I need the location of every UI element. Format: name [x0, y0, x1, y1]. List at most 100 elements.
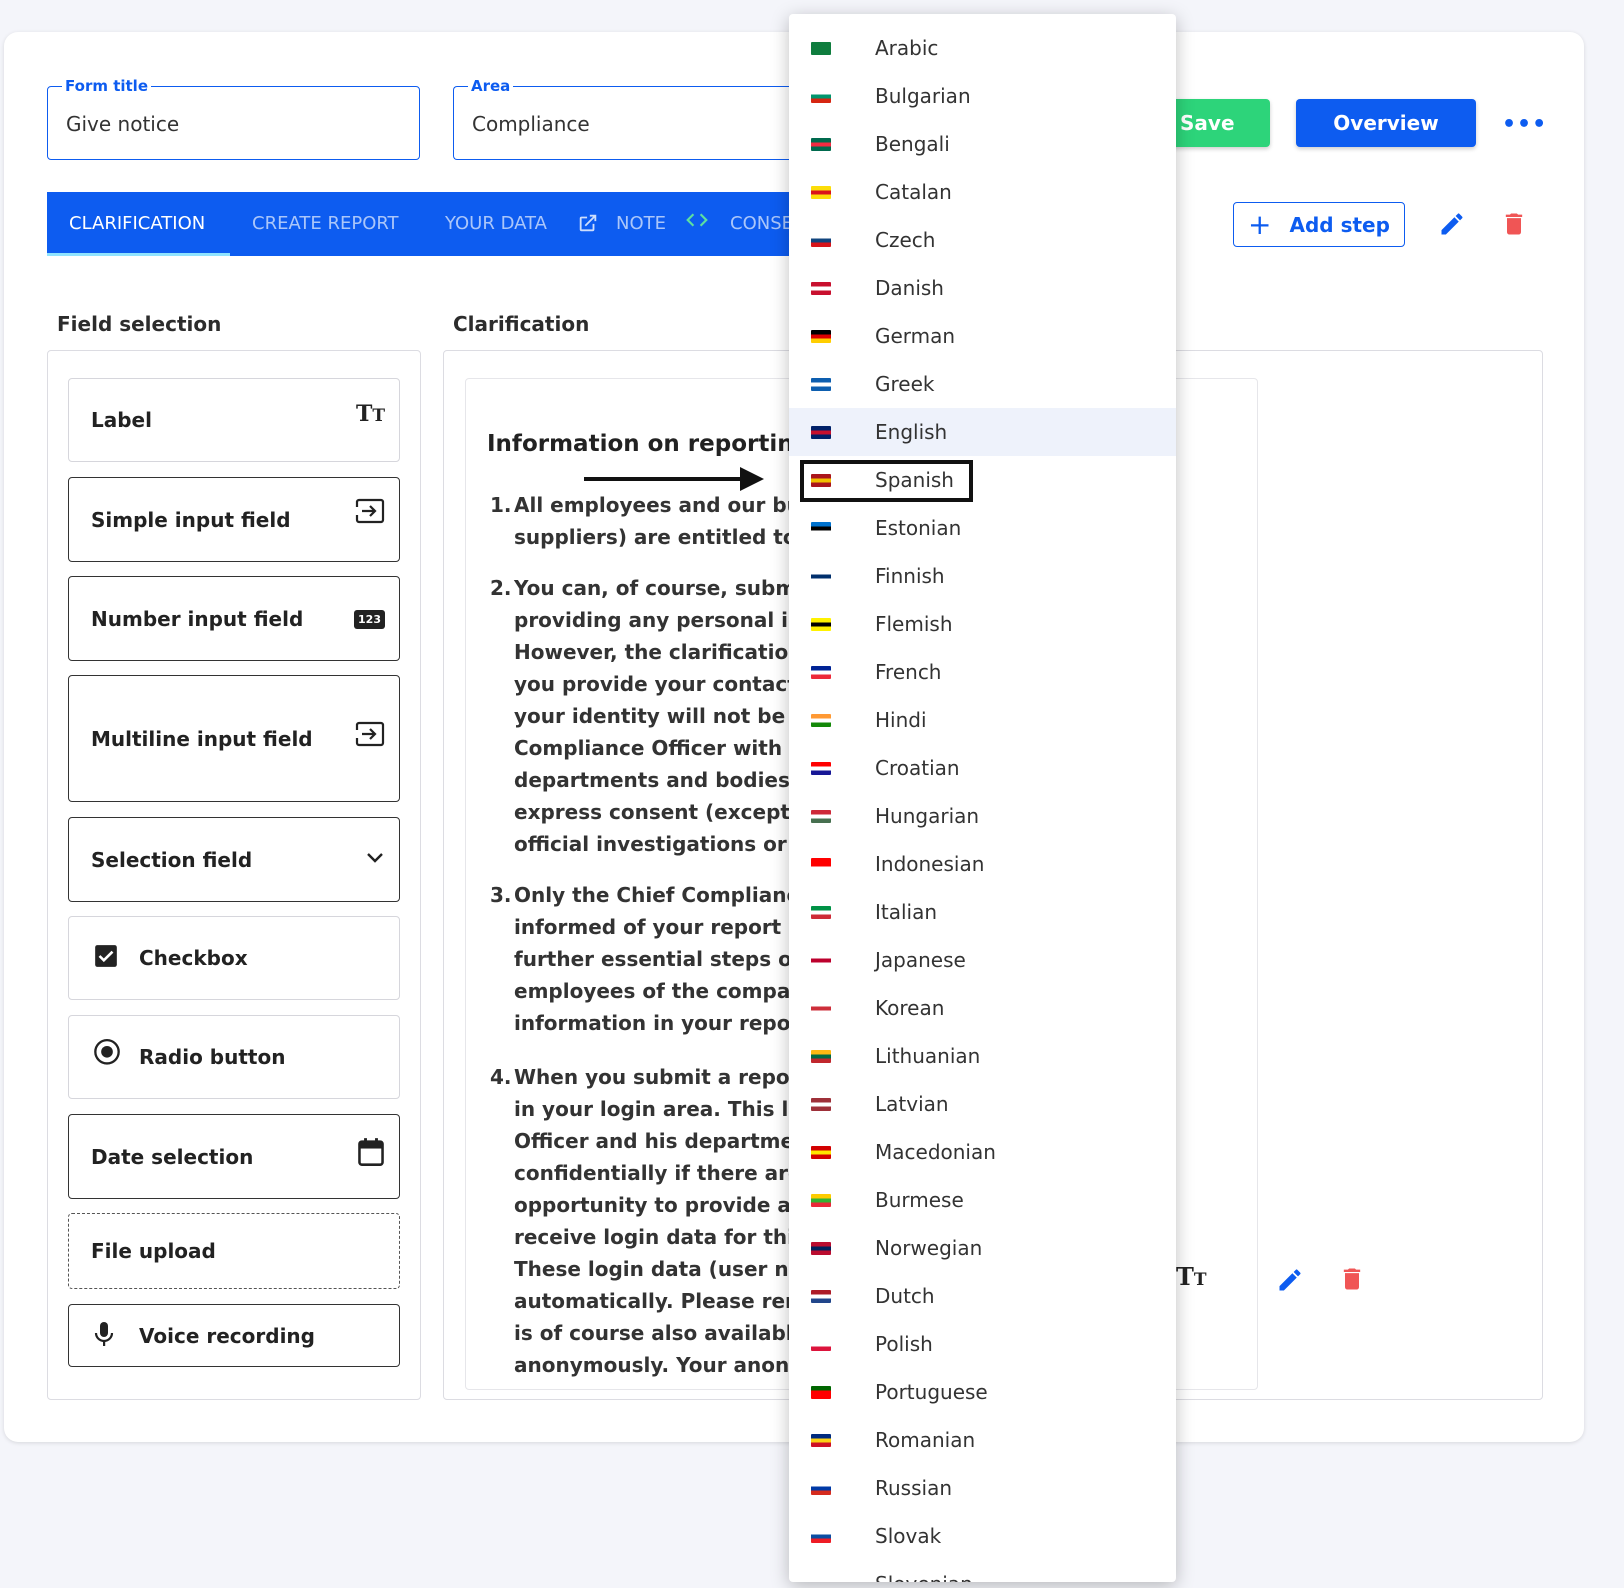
tab-clarification[interactable]: CLARIFICATION [69, 192, 205, 256]
numeric-icon: 123 [354, 604, 385, 629]
tab-create-report[interactable]: CREATE REPORT [252, 192, 399, 256]
language-option[interactable]: Slovak [789, 1512, 1176, 1560]
active-tab-indicator [47, 253, 230, 256]
delete-content-icon[interactable] [1338, 1264, 1366, 1298]
language-option[interactable]: Danish [789, 264, 1176, 312]
field-type-date[interactable]: Date selection [68, 1114, 400, 1199]
field-type-multiline-input[interactable]: Multiline input field [68, 675, 400, 802]
language-option[interactable]: Japanese [789, 936, 1176, 984]
language-option[interactable]: Czech [789, 216, 1176, 264]
language-label: Japanese [875, 948, 966, 972]
overview-button[interactable]: Overview [1296, 99, 1476, 147]
tab-your-data[interactable]: YOUR DATA [445, 192, 547, 256]
delete-step-icon[interactable] [1500, 209, 1528, 243]
language-label: English [875, 420, 948, 444]
flag-icon [811, 570, 831, 583]
language-option[interactable]: Lithuanian [789, 1032, 1176, 1080]
field-type-radio[interactable]: Radio button [68, 1015, 400, 1099]
flag-icon [811, 858, 831, 871]
language-option[interactable]: German [789, 312, 1176, 360]
area-field[interactable]: Area Compliance [453, 77, 813, 160]
text-size-icon[interactable]: TT [1176, 1262, 1207, 1291]
field-type-voice[interactable]: Voice recording [68, 1304, 400, 1367]
field-type-file-upload[interactable]: File upload [68, 1213, 400, 1289]
checkbox-icon [93, 943, 119, 973]
language-label: French [875, 660, 942, 684]
flag-icon [811, 906, 831, 919]
flag-icon [811, 1242, 831, 1255]
language-option[interactable]: Finnish [789, 552, 1176, 600]
language-option[interactable]: Russian [789, 1464, 1176, 1512]
language-option[interactable]: Burmese [789, 1176, 1176, 1224]
language-option[interactable]: Norwegian [789, 1224, 1176, 1272]
language-label: Slovenian [875, 1572, 973, 1582]
more-options-icon[interactable]: ••• [1502, 112, 1547, 137]
language-option[interactable]: Hindi [789, 696, 1176, 744]
field-type-number-input[interactable]: Number input field 123 [68, 576, 400, 661]
field-type-simple-input[interactable]: Simple input field [68, 477, 400, 562]
field-type-checkbox[interactable]: Checkbox [68, 916, 400, 1000]
field-selection-title: Field selection [57, 312, 222, 336]
edit-step-icon[interactable] [1438, 210, 1466, 242]
language-label: Italian [875, 900, 938, 924]
input-icon [355, 498, 385, 530]
language-label: Indonesian [875, 852, 985, 876]
language-option[interactable]: Flemish [789, 600, 1176, 648]
field-type-voice-text: Voice recording [139, 1323, 315, 1348]
flag-icon [811, 954, 831, 967]
language-option[interactable]: Croatian [789, 744, 1176, 792]
flag-icon [811, 1146, 831, 1159]
field-type-selection[interactable]: Selection field [68, 817, 400, 902]
language-option[interactable]: English [789, 408, 1176, 456]
flag-icon [811, 1050, 831, 1063]
language-option[interactable]: Bengali [789, 120, 1176, 168]
language-dropdown[interactable]: Arabic Bulgarian Bengali Catalan Czech Danish… [789, 14, 1176, 1582]
language-label: Norwegian [875, 1236, 983, 1260]
form-title-value: Give notice [66, 112, 180, 136]
annotation-arrow [584, 477, 744, 481]
tab-note[interactable]: NOTE [616, 192, 666, 256]
language-option[interactable]: Macedonian [789, 1128, 1176, 1176]
language-label: Estonian [875, 516, 962, 540]
language-option[interactable]: Romanian [789, 1416, 1176, 1464]
language-label: Portuguese [875, 1380, 988, 1404]
field-type-file-upload-text: File upload [91, 1239, 216, 1263]
language-option[interactable]: Latvian [789, 1080, 1176, 1128]
language-label: Latvian [875, 1092, 949, 1116]
edit-content-icon[interactable] [1276, 1266, 1304, 1298]
add-step-button[interactable]: + Add step [1233, 202, 1405, 247]
flag-icon [811, 90, 831, 103]
field-type-date-text: Date selection [91, 1144, 254, 1169]
save-button[interactable]: Save [1160, 99, 1270, 147]
flag-icon [811, 714, 831, 727]
language-option[interactable]: Polish [789, 1320, 1176, 1368]
field-type-simple-input-text: Simple input field [91, 507, 291, 532]
language-option[interactable]: Greek [789, 360, 1176, 408]
flag-icon [811, 1482, 831, 1495]
form-title-field[interactable]: Form title Give notice [47, 77, 420, 160]
language-label: Slovak [875, 1524, 942, 1548]
flag-icon [811, 762, 831, 775]
flag-icon [811, 138, 831, 151]
language-option[interactable]: Portuguese [789, 1368, 1176, 1416]
language-option[interactable]: Slovenian [789, 1560, 1176, 1582]
language-label: Polish [875, 1332, 933, 1356]
field-type-label-text: Label [91, 408, 152, 432]
field-type-label[interactable]: Label TT [68, 378, 400, 462]
language-option[interactable]: French [789, 648, 1176, 696]
language-option[interactable]: Arabic [789, 24, 1176, 72]
external-link-icon[interactable] [577, 212, 599, 239]
language-option[interactable]: Bulgarian [789, 72, 1176, 120]
language-label: Greek [875, 372, 935, 396]
tab-consent[interactable]: CONSE [730, 192, 793, 256]
language-option[interactable]: Dutch [789, 1272, 1176, 1320]
annotation-highlight-box [800, 460, 973, 502]
language-option[interactable]: Estonian [789, 504, 1176, 552]
language-option[interactable]: Korean [789, 984, 1176, 1032]
language-option[interactable]: Hungarian [789, 792, 1176, 840]
language-option[interactable]: Catalan [789, 168, 1176, 216]
language-option[interactable]: Indonesian [789, 840, 1176, 888]
language-option[interactable]: Italian [789, 888, 1176, 936]
input-icon [355, 721, 385, 753]
code-icon[interactable] [684, 207, 710, 238]
